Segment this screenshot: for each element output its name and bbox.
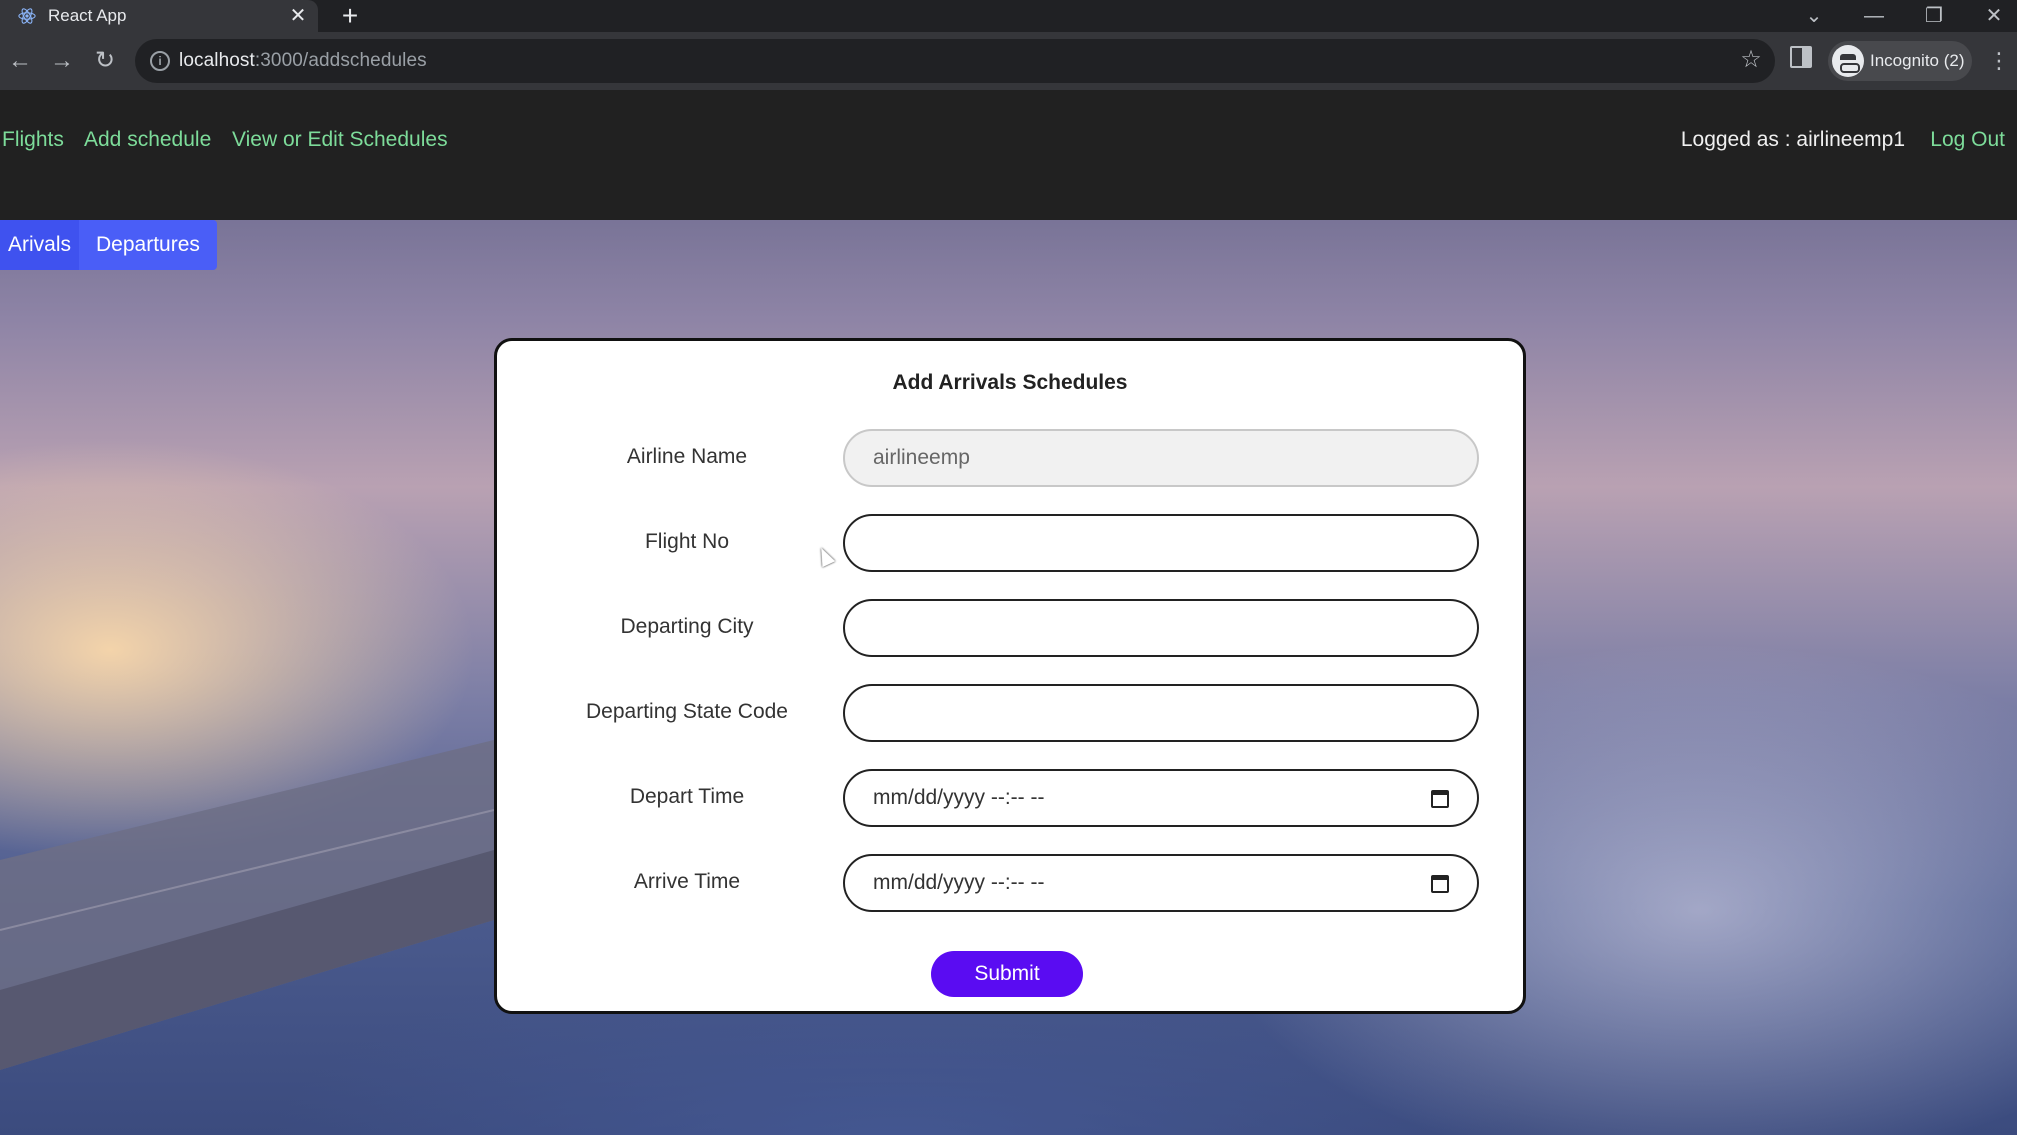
form-row-departing-city: Departing City	[497, 599, 1523, 657]
arrive-time-label: Arrive Time	[633, 870, 741, 893]
react-favicon-icon	[18, 8, 36, 24]
incognito-icon	[1832, 45, 1864, 77]
form-row-arrive-time: Arrive Time mm/dd/yyyy --:-- --	[497, 854, 1523, 912]
departing-state-code-input[interactable]	[843, 684, 1479, 742]
form-row-flight-no: Flight No	[497, 514, 1523, 572]
side-panel-icon[interactable]	[1790, 46, 1812, 68]
incognito-badge[interactable]: Incognito (2)	[1828, 41, 1972, 81]
add-schedule-form: Add Arrivals Schedules Airline Name Flig…	[494, 338, 1526, 1014]
browser-tab-strip: React App ✕ + ⌄ — ❐ ✕	[0, 0, 2017, 32]
logout-link[interactable]: Log Out	[1930, 128, 2005, 152]
airline-name-label: Airline Name	[626, 445, 748, 468]
schedule-type-tabs: Arivals Departures	[0, 220, 217, 270]
flight-no-input[interactable]	[843, 514, 1479, 572]
form-row-depart-time: Depart Time mm/dd/yyyy --:-- --	[497, 769, 1523, 827]
departing-state-code-label: Departing State Code	[586, 700, 788, 723]
page-background: Flights Add schedule View or Edit Schedu…	[0, 90, 2017, 1135]
nav-view-edit-schedules-link[interactable]: View or Edit Schedules	[232, 128, 448, 152]
airplane-wing-image	[0, 740, 495, 1070]
incognito-label: Incognito (2)	[1870, 51, 1965, 70]
form-row-departing-state-code: Departing State Code	[497, 684, 1523, 742]
browser-menu-icon[interactable]: ⋮	[1988, 47, 2010, 75]
tab-departures[interactable]: Departures	[79, 220, 217, 270]
tab-arrivals[interactable]: Arivals	[0, 220, 80, 270]
form-title: Add Arrivals Schedules	[892, 371, 1128, 394]
forward-icon[interactable]: →	[47, 46, 77, 76]
nav-flights-link[interactable]: Flights	[2, 128, 64, 152]
departing-city-label: Departing City	[620, 615, 754, 638]
url-host: localhost	[179, 50, 255, 71]
arrive-time-value: mm/dd/yyyy --:-- --	[873, 871, 1045, 894]
back-icon[interactable]: ←	[5, 46, 35, 76]
calendar-icon[interactable]	[1431, 790, 1449, 808]
restore-icon[interactable]: ❐	[1914, 2, 1954, 30]
depart-time-value: mm/dd/yyyy --:-- --	[873, 786, 1045, 809]
bookmark-star-icon[interactable]: ☆	[1738, 47, 1764, 73]
submit-button[interactable]: Submit	[931, 951, 1083, 997]
new-tab-icon[interactable]: +	[336, 2, 364, 30]
depart-time-input[interactable]: mm/dd/yyyy --:-- --	[843, 769, 1479, 827]
url-text[interactable]: localhost:3000/addschedules	[179, 50, 427, 72]
form-row-airline-name: Airline Name	[497, 429, 1523, 487]
calendar-icon[interactable]	[1431, 875, 1449, 893]
site-info-icon[interactable]: i	[150, 51, 170, 71]
reload-icon[interactable]: ↻	[90, 46, 120, 76]
top-navbar: Flights Add schedule View or Edit Schedu…	[0, 90, 2017, 220]
address-bar[interactable]: i localhost:3000/addschedules ☆	[135, 39, 1775, 83]
departing-city-input[interactable]	[843, 599, 1479, 657]
flight-no-label: Flight No	[644, 530, 730, 553]
tab-title: React App	[48, 6, 127, 25]
tab-close-icon[interactable]: ✕	[287, 5, 309, 27]
window-close-icon[interactable]: ✕	[1974, 2, 2014, 30]
browser-toolbar: ← → ↻ i localhost:3000/addschedules ☆ In…	[0, 32, 2017, 90]
browser-tab[interactable]: React App ✕	[0, 0, 318, 32]
depart-time-label: Depart Time	[629, 785, 745, 808]
tab-search-icon[interactable]: ⌄	[1794, 2, 1834, 30]
nav-add-schedule-link[interactable]: Add schedule	[84, 128, 211, 152]
minimize-icon[interactable]: —	[1854, 2, 1894, 30]
logged-in-user: Logged as : airlineemp1	[1680, 128, 1905, 151]
arrive-time-input[interactable]: mm/dd/yyyy --:-- --	[843, 854, 1479, 912]
url-path: :3000/addschedules	[254, 50, 427, 71]
airline-name-input	[843, 429, 1479, 487]
